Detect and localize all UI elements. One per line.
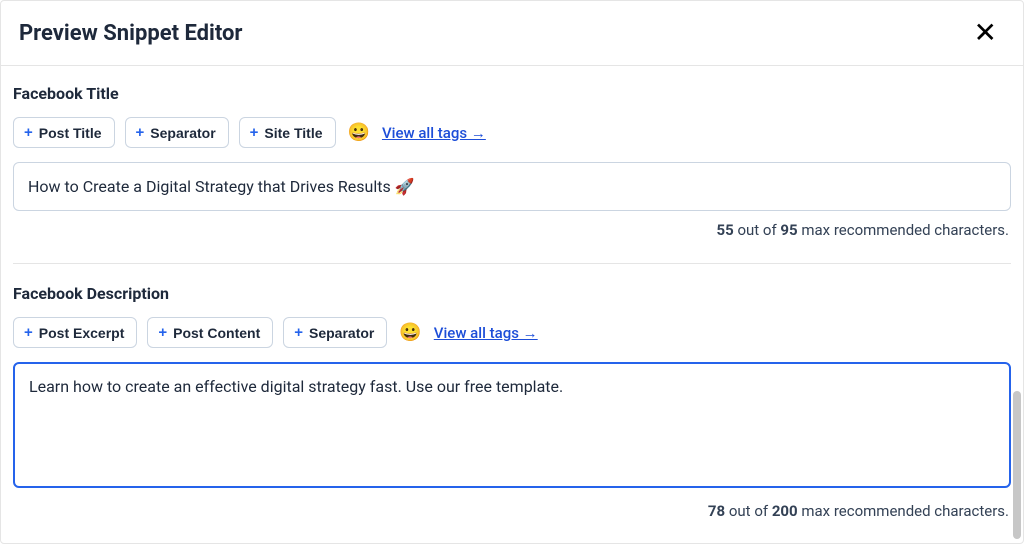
tag-label: Post Content [173, 325, 260, 341]
view-all-tags-link[interactable]: View all tags → [382, 124, 486, 142]
plus-icon: + [250, 124, 259, 141]
facebook-title-tag-row: + Post Title + Separator + Site Title 😀 … [13, 117, 1011, 148]
tag-separator-button[interactable]: + Separator [283, 317, 387, 348]
counter-max: 95 [780, 221, 797, 239]
counter-current: 78 [708, 502, 725, 520]
facebook-description-tag-row: + Post Excerpt + Post Content + Separato… [13, 317, 1011, 348]
facebook-title-label: Facebook Title [13, 84, 1011, 103]
tag-separator-button[interactable]: + Separator [125, 117, 229, 148]
tag-label: Post Excerpt [39, 325, 125, 341]
counter-current: 55 [717, 221, 734, 239]
preview-snippet-editor-modal: Preview Snippet Editor ✕ Facebook Title … [0, 0, 1024, 544]
modal-title: Preview Snippet Editor [19, 21, 243, 46]
section-divider [13, 263, 1011, 264]
emoji-picker-button[interactable]: 😀 [346, 122, 372, 143]
plus-icon: + [24, 124, 33, 141]
tag-post-excerpt-button[interactable]: + Post Excerpt [13, 317, 137, 348]
close-button[interactable]: ✕ [970, 19, 1001, 47]
plus-icon: + [158, 324, 167, 341]
counter-suffix: max recommended characters. [798, 221, 1009, 239]
counter-suffix: max recommended characters. [798, 502, 1009, 520]
facebook-description-textarea[interactable] [13, 362, 1011, 488]
tag-label: Separator [309, 325, 374, 341]
plus-icon: + [294, 324, 303, 341]
tag-label: Site Title [264, 125, 322, 141]
facebook-description-counter: 78 out of 200 max recommended characters… [13, 502, 1011, 520]
modal-header: Preview Snippet Editor ✕ [1, 1, 1023, 66]
emoji-icon: 😀 [399, 322, 421, 343]
facebook-title-counter: 55 out of 95 max recommended characters. [13, 221, 1011, 239]
counter-text: out of [734, 221, 781, 239]
emoji-picker-button[interactable]: 😀 [397, 322, 423, 343]
tag-post-content-button[interactable]: + Post Content [147, 317, 273, 348]
modal-body: Facebook Title + Post Title + Separator … [1, 66, 1023, 520]
tag-label: Post Title [39, 125, 102, 141]
emoji-icon: 😀 [348, 122, 370, 143]
counter-max: 200 [772, 502, 798, 520]
plus-icon: + [24, 324, 33, 341]
tag-post-title-button[interactable]: + Post Title [13, 117, 115, 148]
facebook-description-section: Facebook Description + Post Excerpt + Po… [13, 284, 1011, 520]
facebook-title-input[interactable] [13, 162, 1011, 211]
facebook-title-section: Facebook Title + Post Title + Separator … [13, 84, 1011, 239]
scrollbar[interactable] [1013, 391, 1021, 539]
facebook-description-label: Facebook Description [13, 284, 1011, 303]
view-all-tags-link[interactable]: View all tags → [434, 324, 538, 342]
plus-icon: + [136, 124, 145, 141]
counter-text: out of [725, 502, 772, 520]
tag-site-title-button[interactable]: + Site Title [239, 117, 336, 148]
tag-label: Separator [150, 125, 215, 141]
close-icon: ✕ [974, 17, 997, 48]
